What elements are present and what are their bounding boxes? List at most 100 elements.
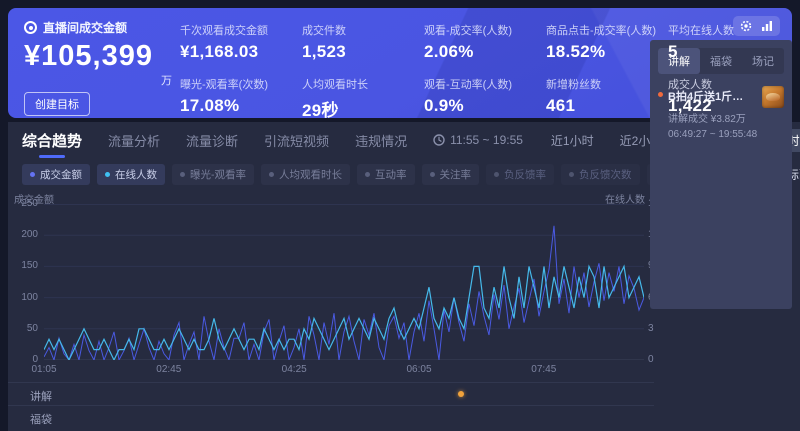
time-range-text: 11:55 ~ 19:55 — [450, 133, 523, 147]
timeline-track — [44, 406, 644, 431]
metric-value: ¥1,168.03 — [180, 42, 296, 62]
metric-label: 成交人数 — [668, 76, 784, 92]
banner-metric: 观看-互动率(人数) 0.9% — [424, 76, 540, 121]
axis-tick-label: 3 — [648, 323, 654, 334]
banner-metric: 观看-成交率(人数) 2.06% — [424, 22, 540, 62]
banner-actions — [733, 16, 780, 36]
metric-label: 新增粉丝数 — [546, 76, 662, 92]
metric-chip[interactable]: 关注率 — [422, 164, 480, 185]
live-analytics-dashboard: 直播间成交金额 ¥105,399 万 创建目标 千次观看成交金额¥1,168.0… — [0, 0, 800, 431]
series-right — [44, 266, 644, 360]
metric-value: 1,422 — [668, 96, 784, 116]
chip-label: 负反馈率 — [504, 167, 546, 182]
chip-label: 曝光-观看率 — [190, 167, 246, 182]
metric-value: 29秒 — [302, 96, 418, 121]
main-metric-header: 直播间成交金额 — [24, 19, 172, 36]
timeline-row: 讲解 — [8, 382, 654, 405]
metric-value: 2.06% — [424, 42, 540, 62]
metric-label: 曝光-观看率(次数) — [180, 76, 296, 92]
summary-banner: 直播间成交金额 ¥105,399 万 创建目标 千次观看成交金额¥1,168.0… — [8, 8, 792, 118]
metric-chip[interactable]: 在线人数 — [97, 164, 165, 185]
create-goal-button[interactable]: 创建目标 — [24, 92, 90, 116]
banner-metric: 曝光-观看率(次数) 17.08% — [180, 76, 296, 121]
axis-tick-label: 01:05 — [31, 364, 56, 375]
banner-metric: 千次观看成交金额¥1,168.03 — [180, 22, 296, 62]
chip-dot-icon — [430, 172, 435, 177]
metric-value: 5 — [668, 42, 784, 62]
metric-chip[interactable]: 负反馈次数 — [561, 164, 640, 185]
metric-value: 18.52% — [546, 42, 662, 62]
nav-tabs: 综合趋势 流量分析 流量诊断 引流短视频 违规情况 — [22, 130, 433, 151]
target-icon — [24, 21, 37, 34]
event-marker-icon[interactable] — [458, 391, 464, 397]
metric-chips: 成交金额在线人数曝光-观看率人均观看时长互动率关注率负反馈率负反馈次数千次观看.… — [22, 164, 723, 185]
nav-tab[interactable]: 流量诊断 — [186, 131, 238, 150]
main-metric-unit: 万 — [24, 72, 172, 88]
chip-label: 人均观看时长 — [279, 167, 342, 182]
chip-dot-icon — [30, 172, 35, 177]
x-axis-ticks: 01:0502:4504:2506:0507:45 — [44, 364, 644, 378]
gear-icon[interactable] — [740, 20, 752, 32]
chip-label: 关注率 — [440, 167, 472, 182]
chip-label: 互动率 — [375, 167, 407, 182]
chips-row: 成交金额在线人数曝光-观看率人均观看时长互动率关注率负反馈率负反馈次数千次观看.… — [22, 164, 640, 185]
timeline-row: 福袋 — [8, 405, 654, 431]
timeline: 讲解福袋 — [8, 382, 654, 431]
time-range: 11:55 ~ 19:55 — [433, 133, 523, 147]
banner-metric: 商品点击-成交率(人数) 18.52% — [546, 22, 662, 62]
chip-label: 在线人数 — [115, 167, 157, 182]
y-axis-left-ticks: 050100150200250 — [10, 204, 38, 360]
main-metric: 直播间成交金额 ¥105,399 万 创建目标 — [24, 19, 172, 116]
item-time-range: 06:49:27 ~ 19:55:48 — [668, 129, 784, 140]
metric-chip[interactable]: 人均观看时长 — [261, 164, 350, 185]
banner-metric: 新增粉丝数 461 — [546, 76, 662, 121]
metric-value: 461 — [546, 96, 662, 116]
axis-tick-label: 150 — [21, 260, 38, 271]
axis-tick-label: 200 — [21, 229, 38, 240]
metric-value: 1,523 — [302, 42, 418, 62]
metric-label: 商品点击-成交率(人数) — [546, 22, 662, 38]
metric-value: 17.08% — [180, 96, 296, 116]
range-button[interactable]: 近1小时 — [543, 129, 602, 152]
axis-tick-label: 02:45 — [156, 364, 181, 375]
metric-label: 人均观看时长 — [302, 76, 418, 92]
axis-tick-label: 04:25 — [282, 364, 307, 375]
metric-chip[interactable]: 曝光-观看率 — [172, 164, 254, 185]
axis-tick-label: 0 — [648, 354, 654, 365]
nav-tab[interactable]: 综合趋势 — [22, 130, 82, 151]
trend-chart — [44, 204, 644, 360]
metric-chip[interactable]: 成交金额 — [22, 164, 90, 185]
banner-metric: 人均观看时长 29秒 — [302, 76, 418, 121]
main-metric-label: 直播间成交金额 — [43, 19, 127, 36]
metric-value: 0.9% — [424, 96, 540, 116]
chip-dot-icon — [269, 172, 274, 177]
axis-tick-label: 100 — [21, 292, 38, 303]
banner-metric: 成交件数 1,523 — [302, 22, 418, 62]
nav-tab[interactable]: 流量分析 — [108, 131, 160, 150]
banner-metrics: 千次观看成交金额¥1,168.03 成交件数 1,523 观看-成交率(人数) 2.06… — [180, 22, 784, 121]
chip-label: 负反馈次数 — [579, 167, 632, 182]
chip-dot-icon — [365, 172, 370, 177]
nav-tab[interactable]: 违规情况 — [355, 131, 407, 150]
chip-dot-icon — [180, 172, 185, 177]
main-metric-value: ¥105,399 — [24, 40, 172, 73]
clock-icon — [433, 134, 445, 146]
chip-dot-icon — [494, 172, 499, 177]
axis-tick-label: 06:05 — [406, 364, 431, 375]
axis-tick-label: 50 — [27, 323, 38, 334]
axis-tick-label: 250 — [21, 198, 38, 209]
metric-label: 观看-成交率(人数) — [424, 22, 540, 38]
metric-chip[interactable]: 负反馈率 — [486, 164, 554, 185]
chip-label: 成交金额 — [40, 167, 82, 182]
signal-bars-icon[interactable] — [761, 20, 773, 32]
chip-dot-icon — [569, 172, 574, 177]
metric-label: 成交件数 — [302, 22, 418, 38]
axis-tick-label: 07:45 — [531, 364, 556, 375]
metric-label: 观看-互动率(人数) — [424, 76, 540, 92]
nav-tab[interactable]: 引流短视频 — [264, 131, 329, 150]
chip-dot-icon — [105, 172, 110, 177]
metric-chip[interactable]: 互动率 — [357, 164, 415, 185]
series-left — [44, 226, 644, 360]
timeline-track — [44, 383, 644, 405]
banner-metric: 成交人数 1,422 — [668, 76, 784, 121]
